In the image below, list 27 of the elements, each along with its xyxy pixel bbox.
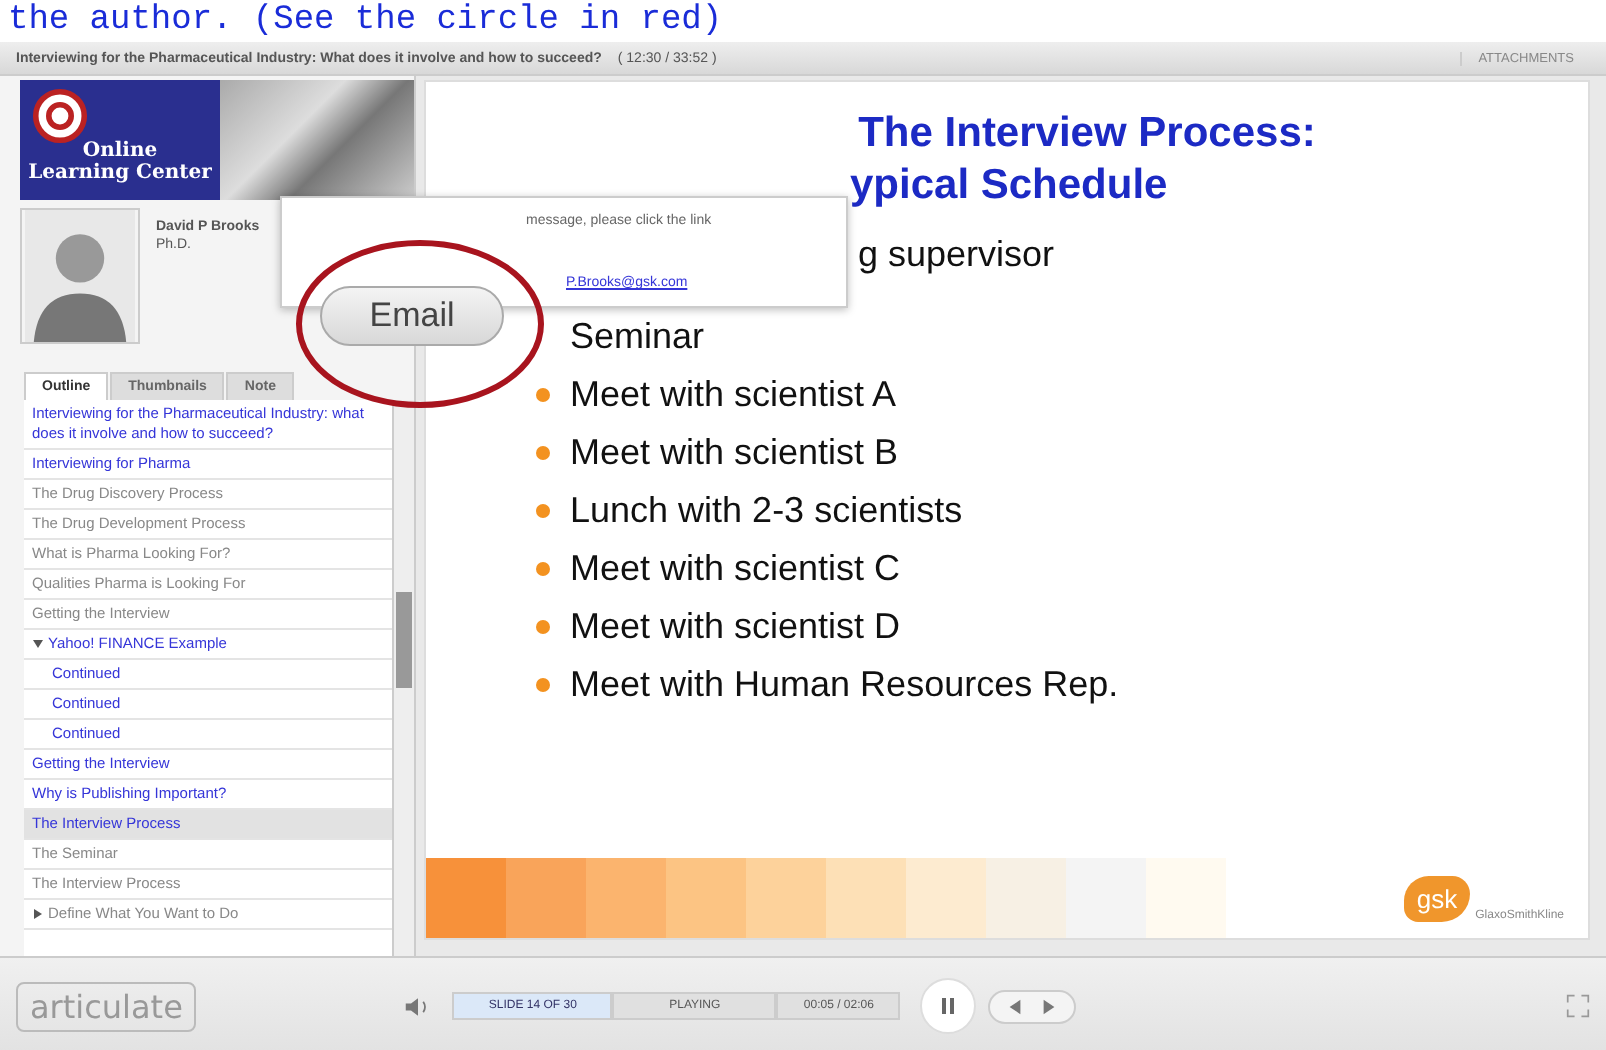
avatar-silhouette	[20, 208, 140, 344]
bullet-text: Meet with scientist A	[570, 374, 897, 416]
slide-title: The Interview Process:	[856, 110, 1318, 158]
brand-logo: gsk	[1404, 876, 1470, 922]
logo-text: Learning Center	[28, 162, 212, 184]
scrollbar[interactable]	[392, 400, 414, 956]
disclosure-triangle-icon[interactable]	[32, 638, 44, 651]
bullet-text: Meet with scientist D	[570, 606, 901, 648]
slide-title: ypical Schedule	[848, 162, 1170, 210]
next-icon[interactable]	[1040, 997, 1059, 1015]
emblem-icon	[32, 88, 88, 144]
disclosure-triangle-icon[interactable]	[32, 908, 44, 921]
bullet-text: Meet with scientist B	[570, 432, 899, 474]
email-button[interactable]: Email	[320, 286, 504, 346]
bullet-text: Seminar	[570, 316, 705, 358]
bullet-text: Lunch with 2-3 scientists	[570, 490, 963, 532]
articulate-logo: articulate	[16, 981, 197, 1031]
previous-icon[interactable]	[1006, 997, 1025, 1015]
pause-button[interactable]	[920, 978, 977, 1034]
caption-text: the author. (See the circle in red)	[0, 0, 1606, 42]
scrollbar-thumb[interactable]	[396, 592, 412, 688]
bullet-text: g supervisor	[858, 234, 1055, 276]
bullet-text: Meet with scientist C	[570, 548, 901, 590]
bullet-text: Meet with Human Resources Rep.	[570, 664, 1119, 706]
logo-text: Online	[82, 140, 158, 162]
pause-icon	[938, 996, 959, 1016]
fullscreen-icon[interactable]	[1566, 994, 1590, 1018]
